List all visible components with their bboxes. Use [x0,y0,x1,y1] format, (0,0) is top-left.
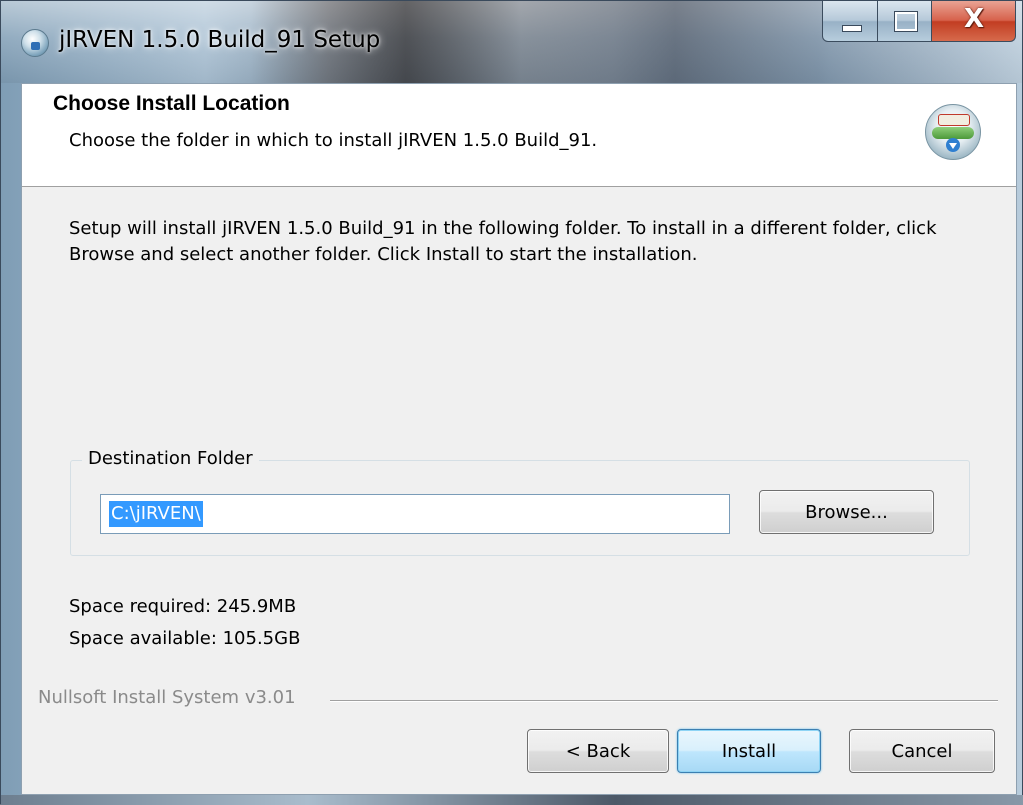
setup-globe-icon[interactable] [21,29,49,57]
branding-divider [330,700,998,702]
cancel-button[interactable]: Cancel [849,729,995,773]
back-button[interactable]: < Back [527,729,669,773]
installer-globe-icon [925,104,981,160]
browse-button[interactable]: Browse... [759,490,934,534]
window-title: jIRVEN 1.5.0 Build_91 Setup [59,27,381,53]
close-icon: X [963,4,985,34]
destination-path-text: C:\jIRVEN\ [109,501,203,527]
maximize-icon [894,11,918,32]
installer-window: jIRVEN 1.5.0 Build_91 Setup X Choose Ins… [0,0,1023,805]
space-required-text: Space required: 245.9MB [69,596,297,617]
page-title: Choose Install Location [53,92,290,115]
caption-buttons: X [822,1,1016,43]
minimize-icon [842,25,862,32]
destination-folder-label: Destination Folder [82,448,259,469]
page-subtitle: Choose the folder in which to install jI… [69,130,598,151]
install-button[interactable]: Install [677,729,821,773]
space-available-text: Space available: 105.5GB [69,628,301,649]
install-instructions: Setup will install jIRVEN 1.5.0 Build_91… [69,218,937,265]
dialog-client-area: Choose Install Location Choose the folde… [21,83,1017,795]
title-bar[interactable]: jIRVEN 1.5.0 Build_91 Setup X [1,1,1022,83]
branding-text: Nullsoft Install System v3.01 [38,687,296,708]
destination-path-input[interactable]: C:\jIRVEN\ [100,494,730,534]
close-button[interactable]: X [932,1,1016,42]
minimize-button[interactable] [822,1,878,42]
maximize-button[interactable] [878,1,932,42]
page-header: Choose Install Location Choose the folde… [22,84,1016,187]
